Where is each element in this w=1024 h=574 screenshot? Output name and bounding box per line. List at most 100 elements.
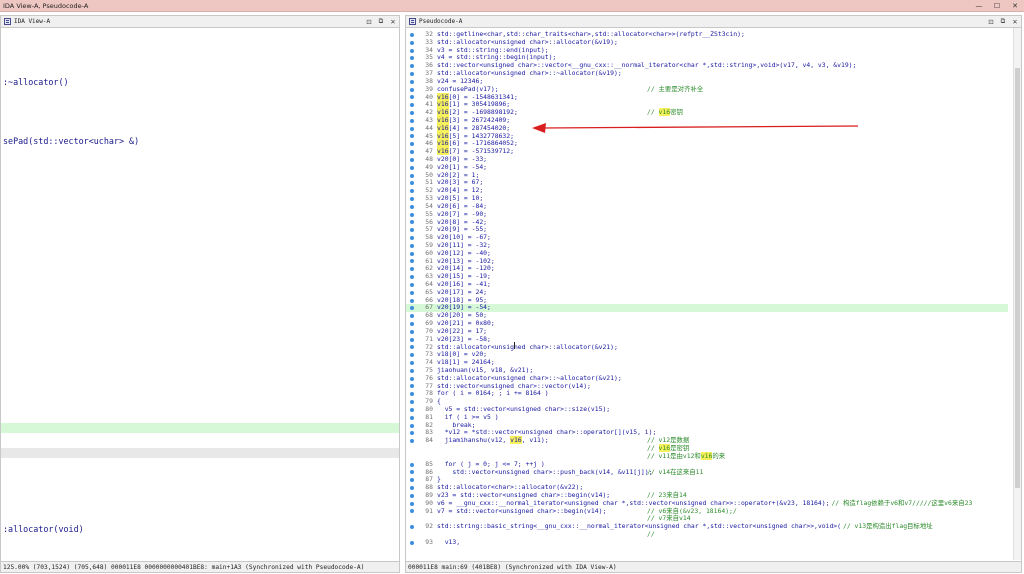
highlighted-identifier[interactable]: v16	[437, 115, 449, 124]
breakpoint-dot-icon[interactable]	[406, 109, 417, 117]
breakpoint-dot-icon[interactable]	[406, 414, 417, 422]
code-line[interactable]: 51 v20[3] = 67;	[406, 179, 1008, 187]
code-line[interactable]: 49 v20[1] = -54;	[406, 163, 1008, 172]
breakpoint-dot-icon[interactable]	[406, 398, 417, 406]
code-line[interactable]: 37 std::allocator<unsigned char>::~alloca…	[406, 69, 1008, 78]
breakpoint-dot-icon[interactable]	[406, 492, 417, 500]
disasm-fragment[interactable]: :~allocator()	[3, 77, 69, 87]
code-line[interactable]: 68 v20[20] = 50;	[406, 311, 1008, 320]
code-line[interactable]: 60 v20[12] = -40;	[406, 249, 1008, 258]
close-tab-icon[interactable]: ✕	[1009, 18, 1021, 26]
code-line[interactable]: 67 v20[19] = -54;	[406, 304, 1008, 313]
code-line[interactable]: 81 if ( i >= v5 )	[406, 413, 1008, 422]
breakpoint-dot-icon[interactable]	[406, 39, 417, 47]
breakpoint-dot-icon[interactable]	[406, 523, 417, 531]
breakpoint-dot-icon[interactable]	[406, 515, 417, 523]
breakpoint-dot-icon[interactable]	[406, 203, 417, 211]
code-text[interactable]: v13,	[437, 538, 647, 547]
pseudocode-pane[interactable]: Pseudocode-A ⊡ ⧉ ✕ 32 std::getline<char,s…	[405, 15, 1022, 573]
code-line[interactable]: 84 jiamihanshu(v12, v16, v11);// v12是数据	[406, 436, 1008, 445]
breakpoint-dot-icon[interactable]	[406, 54, 417, 62]
code-line[interactable]: 69 v20[21] = 0x80;	[406, 319, 1008, 328]
code-line[interactable]: 54 v20[6] = -84;	[406, 202, 1008, 211]
breakpoint-dot-icon[interactable]	[406, 62, 417, 70]
breakpoint-dot-icon[interactable]	[406, 273, 417, 281]
code-line[interactable]: 72 std::allocator<unsigned char>::allocat…	[406, 343, 1008, 352]
highlighted-identifier[interactable]: v16	[700, 451, 713, 460]
code-text[interactable]	[437, 531, 647, 539]
highlighted-identifier[interactable]: v16	[437, 147, 449, 156]
breakpoint-dot-icon[interactable]	[406, 179, 417, 187]
maximize-icon[interactable]: ☐	[988, 2, 1006, 10]
breakpoint-dot-icon[interactable]	[406, 476, 417, 484]
pseudocode-tab[interactable]: Pseudocode-A ⊡ ⧉ ✕	[406, 16, 1021, 28]
breakpoint-dot-icon[interactable]	[406, 437, 417, 445]
code-line[interactable]: 61 v20[13] = -102;	[406, 257, 1008, 266]
breakpoint-dot-icon[interactable]	[406, 484, 417, 492]
breakpoint-dot-icon[interactable]	[406, 297, 417, 305]
breakpoint-dot-icon[interactable]	[406, 258, 417, 266]
breakpoint-dot-icon[interactable]	[406, 31, 417, 39]
code-text[interactable]: for ( i = 0164; ; i += 8164 )	[437, 390, 647, 398]
breakpoint-dot-icon[interactable]	[406, 461, 417, 469]
breakpoint-dot-icon[interactable]	[406, 445, 417, 453]
breakpoint-dot-icon[interactable]	[406, 508, 417, 516]
code-line[interactable]: 62 v20[14] = -120;	[406, 265, 1008, 273]
breakpoint-dot-icon[interactable]	[406, 125, 417, 133]
float-window-icon[interactable]: ⊡	[363, 18, 375, 26]
code-line[interactable]: 63 v20[15] = -19;	[406, 272, 1008, 281]
highlighted-identifier[interactable]: v16	[437, 100, 449, 109]
ida-view-tab[interactable]: IDA View-A ⊡ ⧉ ✕	[1, 16, 399, 28]
breakpoint-dot-icon[interactable]	[406, 250, 417, 258]
code-line[interactable]: 66 v20[18] = 95;	[406, 296, 1008, 305]
breakpoint-dot-icon[interactable]	[406, 133, 417, 141]
highlighted-identifier[interactable]: v16	[658, 444, 671, 453]
code-line[interactable]: 65 v20[17] = 24;	[406, 288, 1008, 297]
highlighted-identifier[interactable]: v16	[437, 108, 449, 117]
breakpoint-dot-icon[interactable]	[406, 336, 417, 344]
code-line[interactable]: 50 v20[2] = 1;	[406, 171, 1008, 180]
code-text[interactable]	[437, 445, 647, 453]
minimize-icon[interactable]: —	[970, 2, 988, 10]
breakpoint-dot-icon[interactable]	[406, 164, 417, 172]
highlighted-identifier[interactable]: v16	[437, 92, 449, 101]
breakpoint-dot-icon[interactable]	[406, 500, 417, 508]
breakpoint-dot-icon[interactable]	[406, 531, 417, 539]
breakpoint-dot-icon[interactable]	[406, 453, 417, 461]
code-line[interactable]: 56 v20[8] = -42;	[406, 218, 1008, 227]
code-line[interactable]: 59 v20[11] = -32;	[406, 241, 1008, 250]
highlighted-identifier[interactable]: v16	[437, 131, 449, 140]
highlighted-identifier[interactable]: v16	[437, 139, 449, 148]
breakpoint-dot-icon[interactable]	[406, 422, 417, 430]
code-text[interactable]: jiamihanshu(v12, v16, v11);	[437, 436, 647, 445]
code-line[interactable]: 93 v13,	[406, 538, 1008, 547]
breakpoint-dot-icon[interactable]	[406, 383, 417, 391]
breakpoint-dot-icon[interactable]	[406, 375, 417, 383]
highlighted-identifier[interactable]: v16	[510, 436, 522, 445]
code-line[interactable]: 91 v7 = std::vector<unsigned char>::begin…	[406, 507, 1008, 516]
breakpoint-dot-icon[interactable]	[406, 351, 417, 359]
code-text[interactable]: std::string::basic_string<__gnu_cxx::__n…	[437, 522, 841, 531]
code-line[interactable]: 57 v20[9] = -55;	[406, 225, 1008, 234]
breakpoint-dot-icon[interactable]	[406, 469, 417, 477]
code-line[interactable]: 70 v20[22] = 17;	[406, 327, 1008, 336]
breakpoint-dot-icon[interactable]	[406, 234, 417, 242]
breakpoint-dot-icon[interactable]	[406, 78, 417, 86]
code-line[interactable]: 64 v20[16] = -41;	[406, 280, 1008, 289]
breakpoint-dot-icon[interactable]	[406, 211, 417, 219]
code-line[interactable]: 73 v18[0] = v20;	[406, 350, 1008, 359]
breakpoint-dot-icon[interactable]	[406, 304, 417, 312]
breakpoint-dot-icon[interactable]	[406, 328, 417, 336]
breakpoint-dot-icon[interactable]	[406, 367, 417, 375]
breakpoint-dot-icon[interactable]	[406, 86, 417, 94]
float-window-icon[interactable]: ⊡	[985, 18, 997, 26]
breakpoint-dot-icon[interactable]	[406, 195, 417, 203]
highlighted-identifier[interactable]: v16	[437, 123, 449, 132]
breakpoint-dot-icon[interactable]	[406, 187, 417, 195]
breakpoint-dot-icon[interactable]	[406, 539, 417, 547]
breakpoint-dot-icon[interactable]	[406, 156, 417, 164]
code-line[interactable]: 53 v20[5] = 10;	[406, 194, 1008, 203]
breakpoint-dot-icon[interactable]	[406, 289, 417, 297]
scrollbar-thumb[interactable]	[1015, 68, 1020, 488]
breakpoint-dot-icon[interactable]	[406, 172, 417, 180]
